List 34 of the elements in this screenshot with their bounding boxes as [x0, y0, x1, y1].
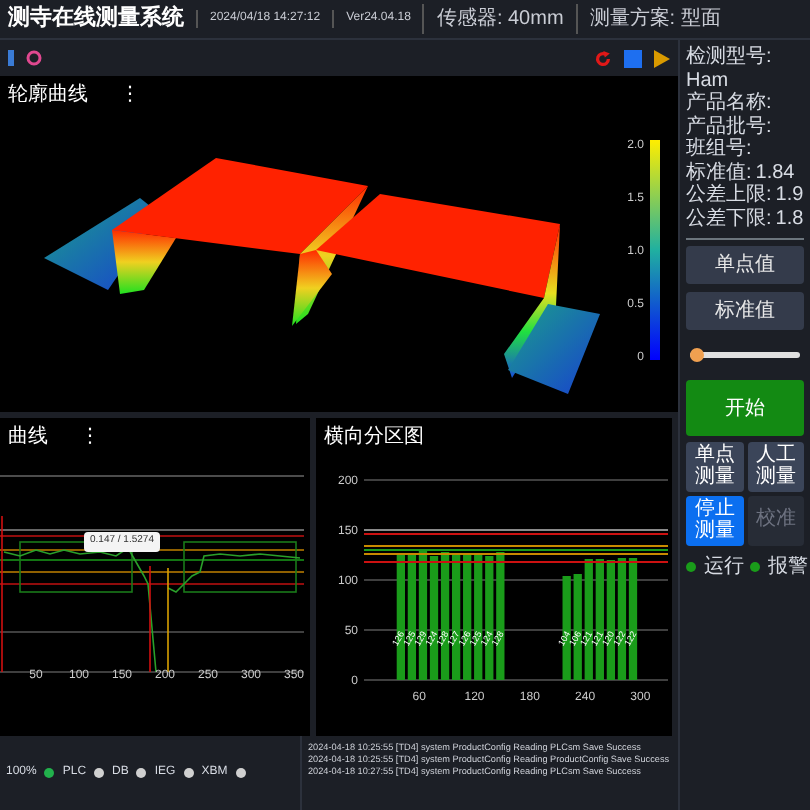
info-label: 标准值:	[686, 161, 752, 183]
info-label: 班组号:	[686, 138, 752, 161]
panel-title: 横向分区图	[322, 423, 426, 452]
info-value: 1.84	[755, 161, 795, 184]
sidebar-toggle-icon[interactable]	[8, 50, 14, 66]
info-label: 产品名称:	[686, 92, 772, 115]
info-value: 1.8	[775, 207, 804, 230]
action-button[interactable]: 单点值	[686, 246, 804, 284]
action-button[interactable]: 人工测量	[747, 442, 804, 492]
header-info-text: 传感器: 40mm	[422, 4, 564, 34]
slider-thumb[interactable]	[689, 348, 704, 362]
circle-icon[interactable]	[26, 50, 42, 66]
info-value: 1.9	[775, 184, 804, 207]
start-button[interactable]: 开始	[686, 380, 804, 436]
action-button[interactable]: 停止测量	[686, 496, 743, 546]
panel-title: 曲线	[6, 423, 50, 452]
status-label: 运行	[704, 553, 744, 582]
info-label: 产品批号:	[686, 115, 772, 137]
more-menu[interactable]: ⋮	[72, 418, 108, 456]
action-button[interactable]: 单点测量	[686, 442, 743, 492]
action-button[interactable]: 标准值	[686, 292, 804, 330]
play-icon[interactable]	[654, 49, 670, 67]
panel-title: 轮廓曲线	[6, 81, 90, 110]
slider[interactable]	[690, 352, 800, 358]
more-menu[interactable]: ⋮	[112, 76, 148, 114]
info-label: 公差下限:	[686, 207, 772, 230]
info-value: Ham	[686, 69, 729, 91]
status-label: 报警	[768, 553, 808, 582]
app-title: 测寺在线测量系统	[8, 3, 184, 35]
stop-icon[interactable]	[624, 49, 642, 67]
header-info-text: 测量方案: 型面	[575, 4, 721, 34]
refresh-icon[interactable]	[594, 49, 612, 67]
info-label: 公差上限:	[686, 184, 772, 207]
info-label: 检测型号:	[686, 46, 772, 69]
